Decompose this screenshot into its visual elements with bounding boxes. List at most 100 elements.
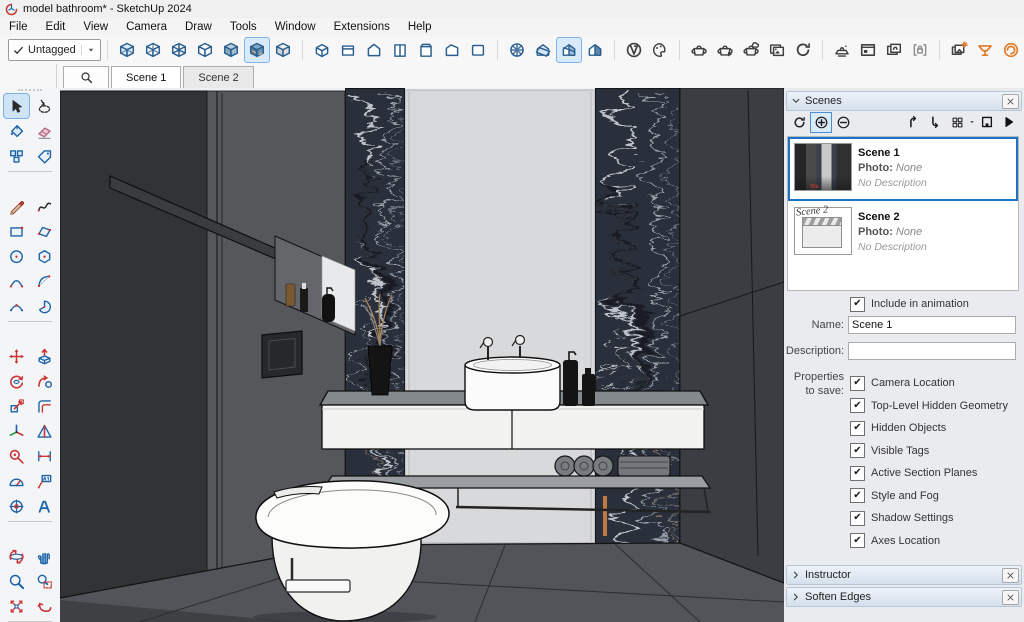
tool-threed-text[interactable] (31, 493, 58, 519)
display-section-cuts-button[interactable] (556, 37, 582, 63)
checkbox-top-level-hidden-geometry[interactable] (850, 398, 865, 413)
tool-two-point-arc[interactable] (31, 268, 58, 294)
tool-zoom[interactable] (3, 568, 30, 594)
style-shaded-textures-button[interactable] (244, 37, 270, 63)
tool-axes-target[interactable] (3, 493, 30, 519)
menu-item-draw[interactable]: Draw (176, 21, 221, 33)
scene-search-button[interactable] (63, 66, 109, 88)
scenes-panel-header[interactable]: Scenes (786, 91, 1022, 111)
vray-asset-editor-button[interactable] (647, 37, 673, 63)
tool-select[interactable] (3, 93, 30, 119)
menu-item-help[interactable]: Help (399, 21, 441, 33)
vray-batch-render-button[interactable] (881, 37, 907, 63)
tool-rotate[interactable] (3, 368, 30, 394)
vray-frame-buffer-images-button[interactable] (764, 37, 790, 63)
chevron-down-icon[interactable] (787, 96, 805, 106)
checkbox-axes-location[interactable] (850, 533, 865, 548)
vray-cosmos-browser-button[interactable] (998, 37, 1024, 63)
view-top-button[interactable] (335, 37, 361, 63)
tool-tape-measure[interactable] (3, 443, 30, 469)
menu-item-camera[interactable]: Camera (117, 21, 176, 33)
tool-follow-me[interactable] (31, 368, 58, 394)
tool-text[interactable] (31, 468, 58, 494)
scene-2-thumbnail[interactable]: Scene 2 (794, 207, 852, 255)
tab-scene-2[interactable]: Scene 2 (183, 66, 253, 88)
model-viewport[interactable] (60, 88, 784, 622)
soften-edges-panel-header[interactable]: Soften Edges (786, 587, 1022, 607)
vray-lock-viewport-button[interactable] (907, 37, 933, 63)
vray-render-viewport-button[interactable] (829, 37, 855, 63)
soften-edges-panel-close-button[interactable] (1002, 590, 1019, 605)
tool-lasso[interactable] (31, 93, 58, 119)
move-scene-down-button[interactable] (924, 112, 946, 133)
tool-polygon[interactable] (31, 243, 58, 269)
instructor-panel-header[interactable]: Instructor (786, 565, 1022, 585)
caret-down-icon[interactable] (81, 45, 96, 55)
style-back-edges-button[interactable] (140, 37, 166, 63)
tool-make-component[interactable] (3, 143, 30, 169)
tool-rectangle[interactable] (3, 218, 30, 244)
tool-rotated-rectangle[interactable] (31, 218, 58, 244)
tool-push-pull[interactable] (31, 343, 58, 369)
display-section-fill-button[interactable] (582, 37, 608, 63)
tool-protractor[interactable] (3, 468, 30, 494)
show-details-button[interactable] (976, 112, 998, 133)
view-iso-button[interactable] (309, 37, 335, 63)
view-bottom-button[interactable] (465, 37, 491, 63)
style-wireframe-button[interactable] (166, 37, 192, 63)
move-scene-up-button[interactable] (902, 112, 924, 133)
menu-item-edit[interactable]: Edit (37, 21, 75, 33)
view-left-button[interactable] (439, 37, 465, 63)
tool-zoom-window[interactable] (31, 568, 58, 594)
tool-scale[interactable] (3, 393, 30, 419)
tool-pie[interactable] (31, 293, 58, 319)
vray-light-gen-button[interactable] (946, 37, 972, 63)
scene-list-item-1[interactable]: ✎ Scene 1 Photo: None No Description (788, 137, 1018, 201)
tool-eraser[interactable] (31, 118, 58, 144)
vray-logo-button[interactable] (621, 37, 647, 63)
tool-orbit[interactable] (3, 543, 30, 569)
tool-three-point-arc[interactable] (3, 293, 30, 319)
menu-item-window[interactable]: Window (266, 21, 325, 33)
scene-1-thumbnail[interactable]: ✎ (794, 143, 852, 191)
tab-scene-1[interactable]: Scene 1 (111, 66, 181, 88)
section-plane-tool-button[interactable] (504, 37, 530, 63)
checkbox-camera-location[interactable] (850, 376, 865, 391)
vray-cosmos-plane-button[interactable] (972, 37, 998, 63)
tool-offset[interactable] (31, 393, 58, 419)
chevron-right-icon[interactable] (787, 592, 805, 602)
checkbox-active-section-planes[interactable] (850, 466, 865, 481)
vray-render-cloud-button[interactable] (738, 37, 764, 63)
toggle-details-button[interactable] (998, 112, 1020, 133)
instructor-panel-close-button[interactable] (1002, 568, 1019, 583)
tool-freehand[interactable] (31, 193, 58, 219)
scenes-panel-close-button[interactable] (1002, 94, 1019, 109)
vray-render-interactive-button[interactable] (712, 37, 738, 63)
chevron-right-icon[interactable] (787, 570, 805, 580)
update-scene-button[interactable] (788, 112, 810, 133)
checkbox-hidden-objects[interactable] (850, 421, 865, 436)
include-in-animation-checkbox[interactable] (850, 297, 865, 312)
checkbox-shadow-settings[interactable] (850, 511, 865, 526)
style-shaded-button[interactable] (218, 37, 244, 63)
tool-circle[interactable] (3, 243, 30, 269)
tool-dimensions[interactable] (31, 443, 58, 469)
style-hidden-line-button[interactable] (192, 37, 218, 63)
view-options-caret-icon[interactable] (968, 118, 976, 126)
tool-move[interactable] (3, 343, 30, 369)
tool-pan[interactable] (31, 543, 58, 569)
checkbox-style-and-fog[interactable] (850, 488, 865, 503)
tool-zoom-extents[interactable] (3, 593, 30, 619)
vray-render-button[interactable] (686, 37, 712, 63)
add-scene-button[interactable] (810, 112, 832, 133)
tool-axes[interactable] (3, 418, 30, 444)
style-xray-button[interactable] (114, 37, 140, 63)
tool-line[interactable] (3, 193, 30, 219)
tool-arc[interactable] (3, 268, 30, 294)
style-monochrome-button[interactable] (270, 37, 296, 63)
view-front-button[interactable] (361, 37, 387, 63)
tag-filter-dropdown[interactable]: Untagged (8, 39, 101, 61)
scene-list-item-2[interactable]: Scene 2 Scene 2 Photo: None No Descripti… (788, 201, 1018, 265)
remove-scene-button[interactable] (832, 112, 854, 133)
view-back-button[interactable] (413, 37, 439, 63)
